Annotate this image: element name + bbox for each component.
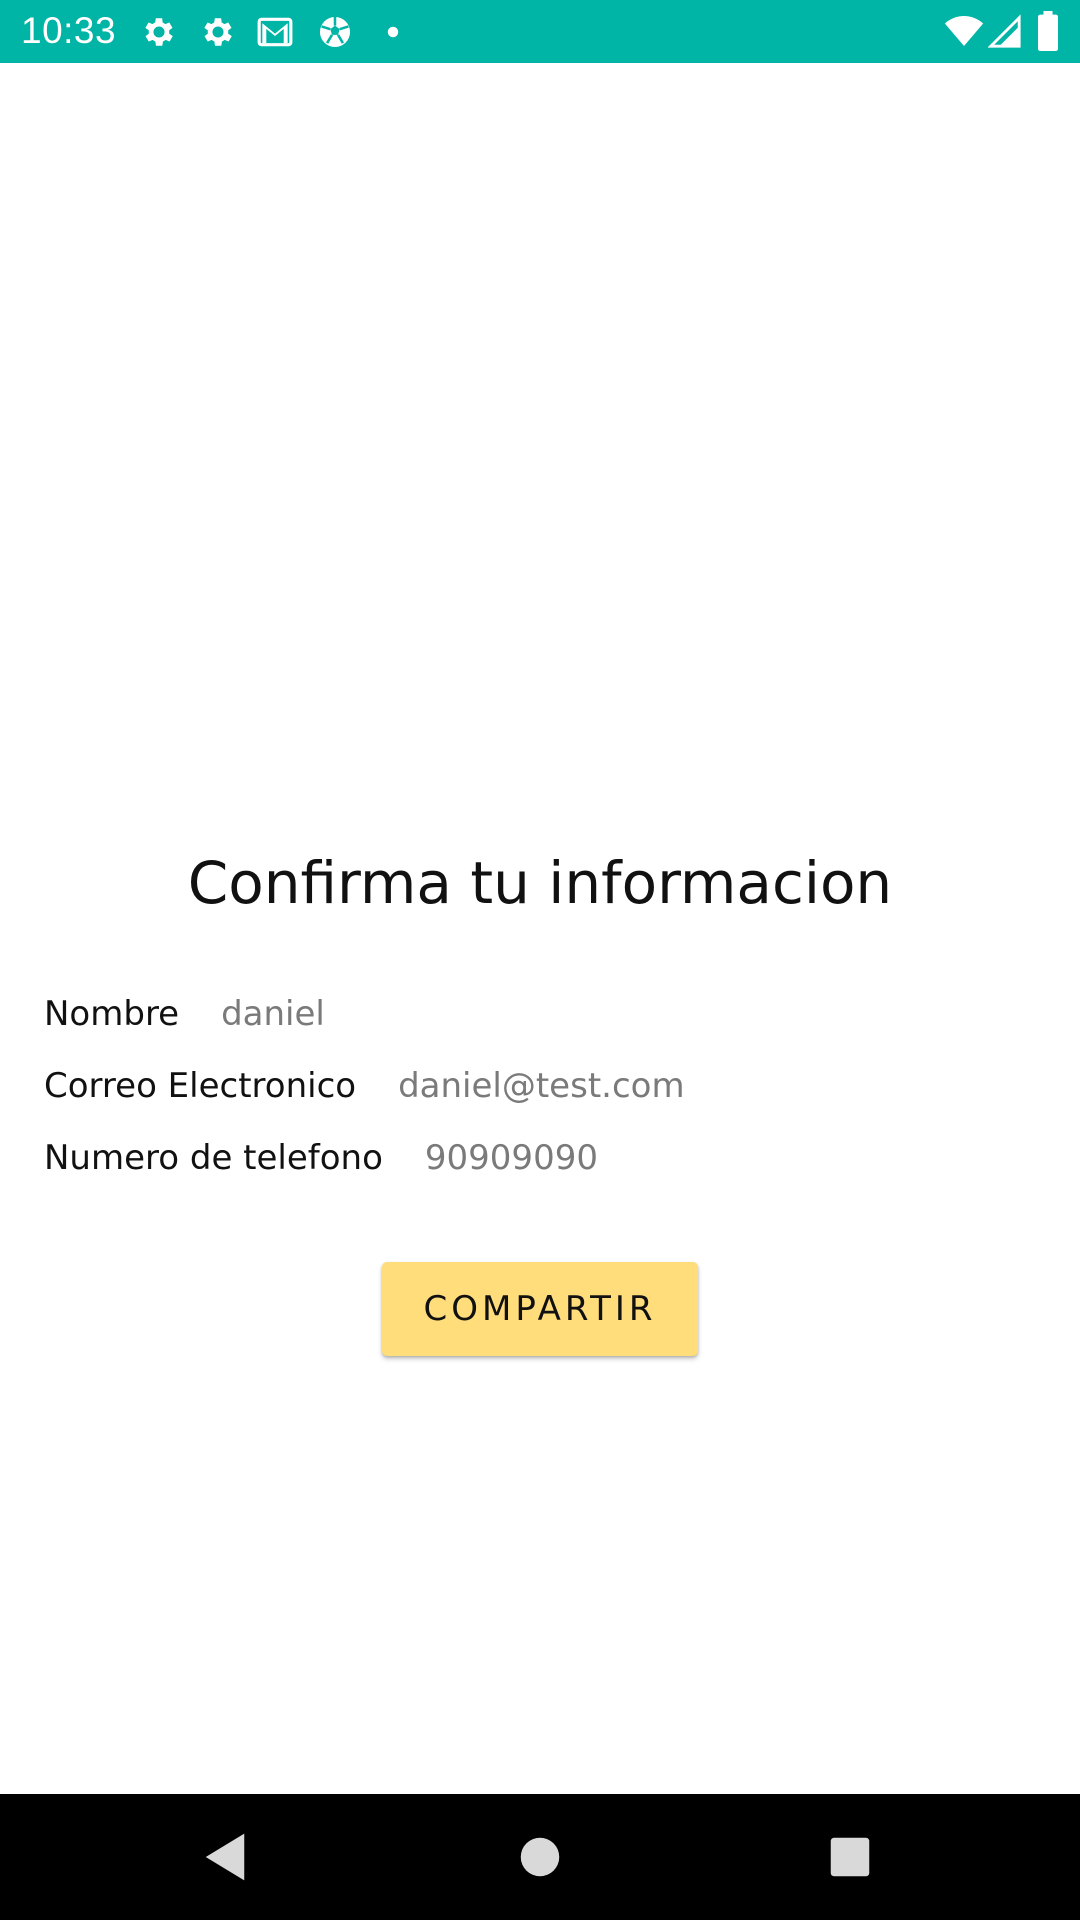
home-icon[interactable] (507, 1824, 573, 1890)
notification-dot-icon (379, 13, 407, 51)
name-label: Nombre (44, 994, 180, 1034)
wifi-icon (943, 11, 985, 51)
status-time: 10:33 (21, 10, 117, 51)
page-title: Confirma tu informacion (187, 849, 893, 917)
settings-icon (199, 13, 237, 51)
status-bar: 10:33 (0, 0, 1080, 63)
phone-row: Numero de telefono 90909090 (44, 1134, 598, 1182)
name-value: daniel (221, 994, 325, 1034)
navigation-bar (0, 1794, 1080, 1920)
email-label: Correo Electronico (44, 1066, 357, 1106)
name-row: Nombre daniel (44, 990, 325, 1038)
gmail-icon (256, 13, 294, 51)
soccer-ball-icon (316, 13, 354, 51)
phone-label: Numero de telefono (44, 1138, 383, 1178)
email-value: daniel@test.com (398, 1066, 685, 1106)
back-icon[interactable] (192, 1824, 258, 1890)
phone-value: 90909090 (424, 1138, 598, 1178)
email-row: Correo Electronico daniel@test.com (44, 1062, 685, 1110)
recents-icon[interactable] (817, 1824, 883, 1890)
settings-icon (140, 13, 178, 51)
battery-icon (1036, 11, 1060, 51)
share-button[interactable]: COMPARTIR (382, 1262, 698, 1356)
cell-signal-icon (988, 13, 1022, 51)
